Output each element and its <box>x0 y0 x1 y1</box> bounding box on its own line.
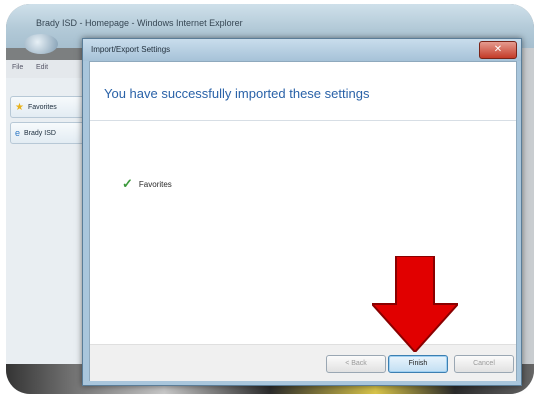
cancel-button[interactable]: Cancel <box>454 355 514 373</box>
imported-item: ✓ Favorites <box>122 176 172 192</box>
dialog-titlebar: Import/Export Settings ✕ <box>83 39 521 61</box>
imported-item-label: Favorites <box>138 179 172 189</box>
close-icon: ✕ <box>493 44 503 55</box>
annotation-arrow-icon <box>372 256 458 352</box>
browser-title: Brady ISD - Homepage - Windows Internet … <box>36 18 243 28</box>
checkmark-icon: ✓ <box>122 176 133 191</box>
dialog-title: Import/Export Settings <box>91 45 171 54</box>
ie-logo-icon <box>24 34 58 54</box>
ie-page-icon: e <box>15 128 21 138</box>
favorites-label: Favorites <box>27 103 57 111</box>
close-button[interactable]: ✕ <box>479 41 517 59</box>
star-icon: ★ <box>15 101 24 113</box>
menu-edit[interactable]: Edit <box>36 64 48 71</box>
dialog-heading: You have successfully imported these set… <box>104 86 370 101</box>
tab-label: Brady ISD <box>24 129 56 137</box>
menu-file[interactable]: File <box>12 64 23 71</box>
back-button[interactable]: < Back <box>326 355 386 373</box>
divider <box>90 120 516 121</box>
finish-button[interactable]: Finish <box>388 355 448 373</box>
